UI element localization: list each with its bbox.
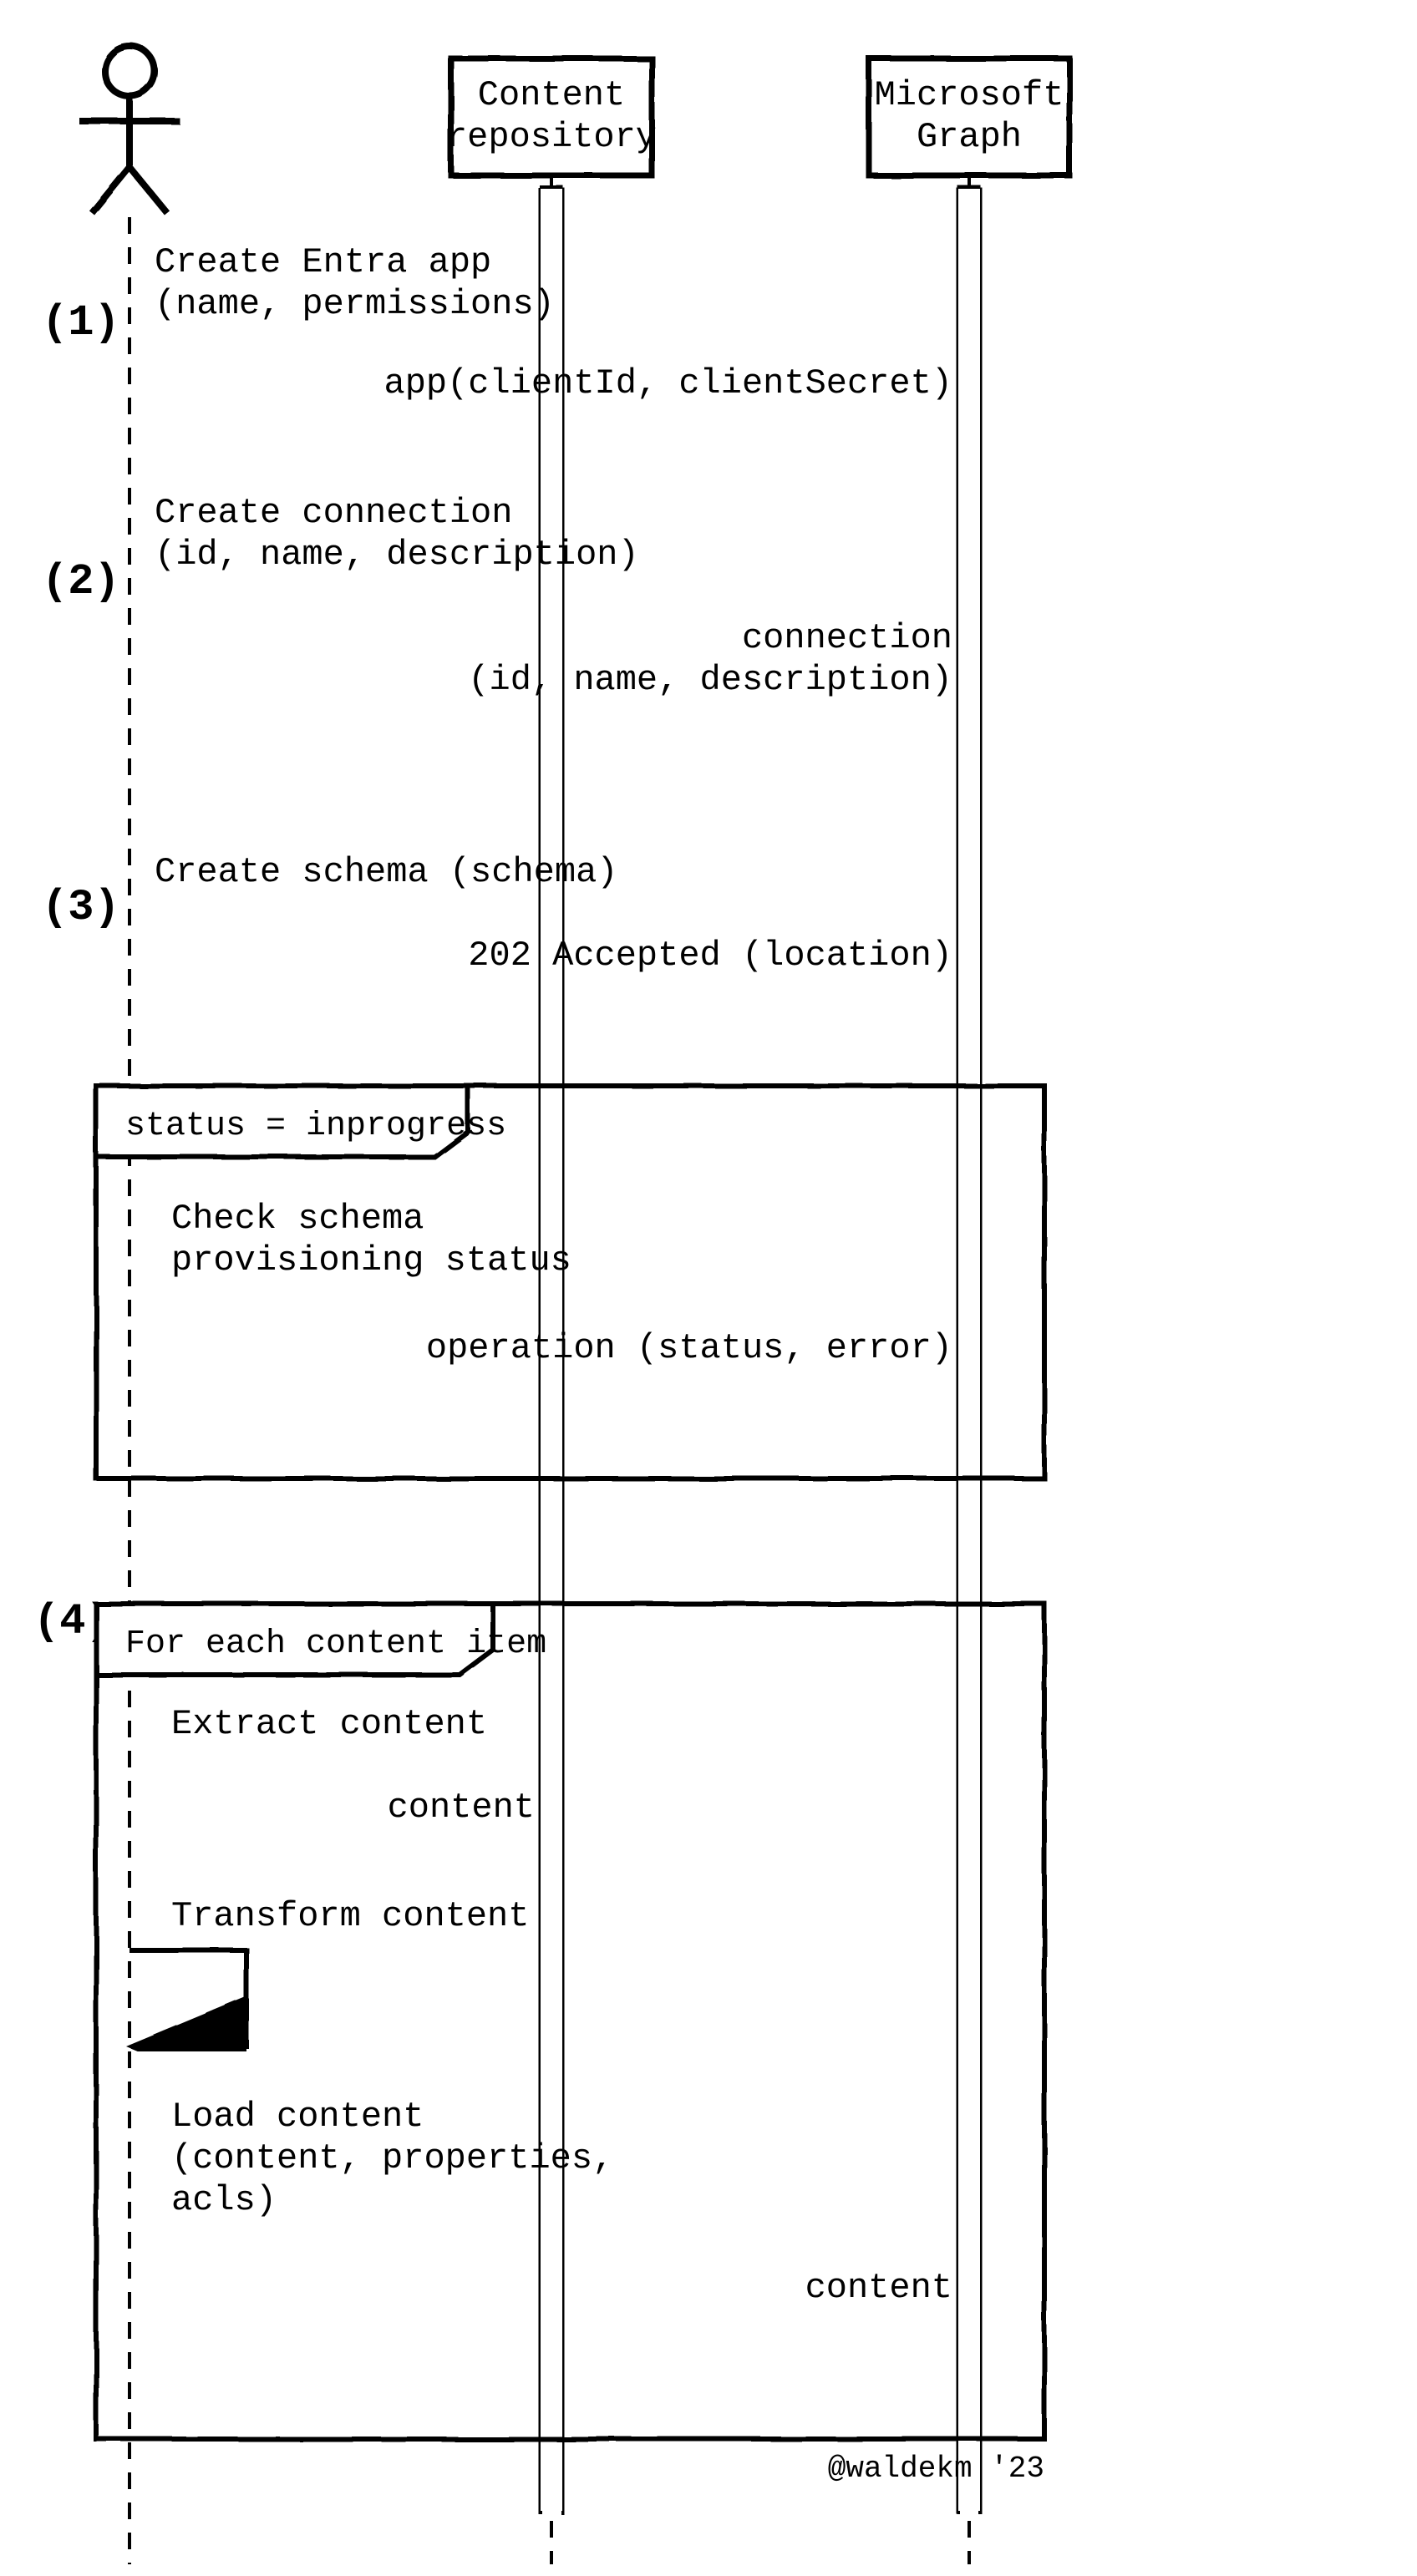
msg-4a-line1: Extract content bbox=[171, 1704, 487, 1744]
loop-1-guard: status = inprogress bbox=[125, 1108, 506, 1145]
msg-1b-line1: app(clientId, clientSecret) bbox=[383, 363, 952, 403]
msg-2b-line2: (id, name, description) bbox=[468, 660, 952, 700]
participant-content-repository-label-1: Content bbox=[478, 75, 625, 115]
msg-2a-line1: Create connection bbox=[155, 493, 512, 533]
msg-3b-line1: 202 Accepted (location) bbox=[468, 936, 952, 976]
msg-4e-line1: content bbox=[805, 2268, 952, 2308]
msg-4c-arrow bbox=[130, 1950, 246, 2046]
participant-msgraph-label-2: Graph bbox=[917, 117, 1022, 157]
msg-1a-line1: Create Entra app bbox=[155, 242, 491, 282]
msg-4d-line1: Load content bbox=[171, 2097, 424, 2137]
msg-2b-line1: connection bbox=[742, 618, 952, 658]
msg-2a-line2: (id, name, description) bbox=[155, 535, 639, 575]
msg-4d-line3: acls) bbox=[171, 2180, 277, 2220]
loop-2-guard: For each content item bbox=[125, 1625, 546, 1663]
step-2-label: (2) bbox=[42, 557, 120, 606]
actor bbox=[79, 46, 180, 213]
msg-3d-line1: operation (status, error) bbox=[426, 1328, 952, 1368]
sequence-diagram: Content repository Microsoft Graph (1) C… bbox=[0, 0, 1417, 2576]
msg-4b-line1: content bbox=[388, 1787, 535, 1828]
msg-3c-line1: Check schema bbox=[171, 1199, 424, 1239]
credit: @waldekm '23 bbox=[828, 2452, 1044, 2486]
step-1-label: (1) bbox=[42, 298, 120, 347]
step-3-label: (3) bbox=[42, 883, 120, 932]
participant-msgraph-label-1: Microsoft bbox=[875, 75, 1064, 115]
msg-3a-line1: Create schema (schema) bbox=[155, 852, 618, 892]
msg-4c-line1: Transform content bbox=[171, 1896, 529, 1936]
activation-msgraph-fill bbox=[958, 189, 980, 2511]
msg-4d-line2: (content, properties, bbox=[171, 2138, 613, 2178]
participant-content-repository-label-2: repository bbox=[446, 117, 657, 157]
msg-1a-line2: (name, permissions) bbox=[155, 284, 555, 324]
msg-3c-line2: provisioning status bbox=[171, 1240, 571, 1280]
